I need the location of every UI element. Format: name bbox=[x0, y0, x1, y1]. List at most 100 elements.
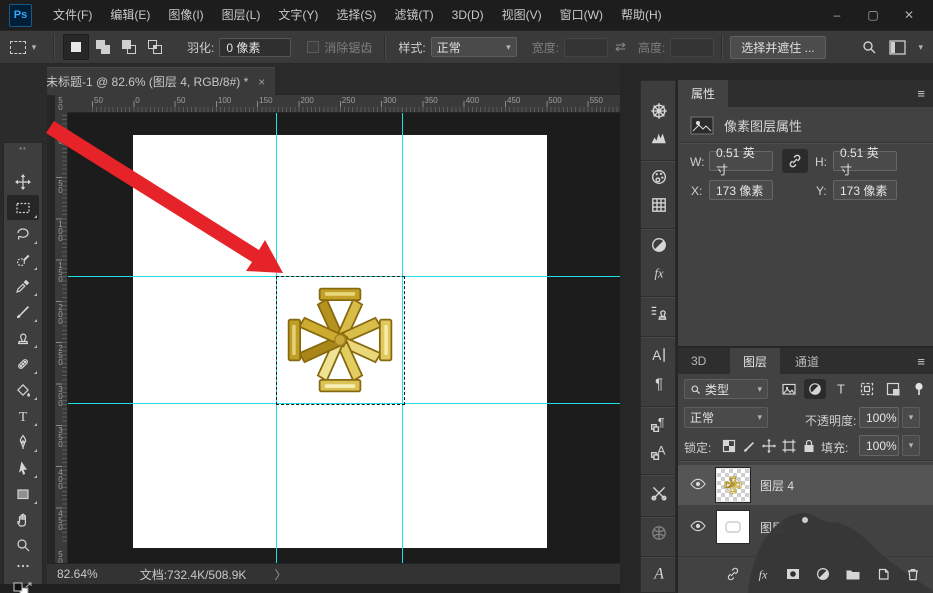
quick-selection-tool[interactable] bbox=[7, 247, 39, 272]
move-tool[interactable] bbox=[7, 169, 39, 194]
swap-dimensions-icon[interactable]: ⇄ bbox=[615, 39, 626, 55]
eye-icon[interactable] bbox=[690, 478, 708, 493]
menu-9[interactable]: 窗口(W) bbox=[551, 0, 612, 30]
panel-menu-icon[interactable]: ≡ bbox=[917, 86, 925, 101]
tab-图层[interactable]: 图层 bbox=[730, 348, 780, 374]
link-dimensions-icon[interactable] bbox=[782, 149, 808, 173]
edit-toolbar-tool[interactable] bbox=[7, 553, 39, 578]
rectangle-shape-tool[interactable] bbox=[7, 481, 39, 506]
brush-tool[interactable] bbox=[7, 299, 39, 324]
height-input[interactable] bbox=[670, 38, 714, 57]
lock-move-button[interactable] bbox=[760, 437, 778, 455]
paragraph-panel-icon[interactable]: ¶ bbox=[649, 373, 669, 393]
lock-paint-button[interactable] bbox=[740, 437, 758, 455]
search-icon[interactable] bbox=[856, 39, 882, 55]
blend-mode-dropdown[interactable]: 正常 ▾ bbox=[684, 407, 768, 428]
workspace-switcher-icon[interactable] bbox=[882, 40, 912, 55]
navigator-panel-icon[interactable] bbox=[649, 101, 669, 121]
lock-all-button[interactable] bbox=[800, 437, 818, 455]
style-dropdown[interactable]: 正常 ▾ bbox=[431, 37, 517, 57]
height-value-input[interactable]: 0.51 英寸 bbox=[833, 151, 897, 171]
libraries-panel-icon[interactable] bbox=[649, 523, 669, 543]
menu-1[interactable]: 编辑(E) bbox=[101, 0, 159, 30]
layer-name[interactable]: 图层 4 bbox=[760, 477, 794, 494]
layer-thumbnail[interactable] bbox=[716, 510, 750, 544]
tab-properties[interactable]: 属性 bbox=[678, 80, 728, 107]
lock-artboard-button[interactable] bbox=[780, 437, 798, 455]
width-value-input[interactable]: 0.51 英寸 bbox=[709, 151, 773, 171]
filter-toggle-icon[interactable] bbox=[910, 379, 928, 399]
tool-preset-picker[interactable]: ▾ bbox=[0, 41, 46, 54]
new-group-button[interactable] bbox=[842, 564, 864, 584]
filter-adjustment-button[interactable] bbox=[804, 379, 826, 399]
document-tab[interactable]: 未标题-1 @ 82.6% (图层 4, RGB/8#) * × bbox=[36, 67, 275, 95]
canvas-area[interactable] bbox=[68, 113, 620, 563]
character-panel-icon[interactable]: A bbox=[649, 345, 669, 365]
opacity-scrubber[interactable]: ▾ bbox=[902, 407, 920, 428]
intersect-selection-button[interactable] bbox=[143, 35, 167, 59]
character-styles-panel-icon[interactable]: A bbox=[649, 441, 669, 461]
adjustments-panel-icon[interactable] bbox=[649, 235, 669, 255]
new-adjustment-button[interactable] bbox=[812, 564, 834, 584]
layer-row[interactable]: 图层 bbox=[678, 507, 933, 547]
filter-smart-object-button[interactable] bbox=[882, 379, 904, 399]
close-button[interactable]: ✕ bbox=[891, 0, 927, 30]
vertical-ruler[interactable]: 50050100150200250300350400450500 bbox=[55, 113, 68, 563]
add-mask-button[interactable] bbox=[782, 564, 804, 584]
filter-type-dropdown[interactable]: 类型 ▾ bbox=[684, 379, 768, 399]
swatches-panel-icon[interactable] bbox=[649, 195, 669, 215]
layer-name[interactable]: 图层 bbox=[760, 519, 784, 536]
default-colors-icon[interactable] bbox=[12, 581, 36, 593]
fill-input[interactable]: 100% bbox=[859, 435, 899, 456]
tab-通道[interactable]: 通道 bbox=[782, 348, 832, 374]
type-tool[interactable]: T bbox=[7, 403, 39, 428]
menu-10[interactable]: 帮助(H) bbox=[612, 0, 671, 30]
menu-2[interactable]: 图像(I) bbox=[159, 0, 212, 30]
x-value-input[interactable]: 173 像素 bbox=[709, 180, 773, 200]
layer-row[interactable]: 图层 4 bbox=[678, 465, 933, 505]
menu-6[interactable]: 滤镜(T) bbox=[385, 0, 442, 30]
delete-layer-button[interactable] bbox=[902, 564, 924, 584]
width-input[interactable] bbox=[564, 38, 608, 57]
selection-marquee[interactable] bbox=[276, 276, 405, 405]
filter-type-button[interactable]: T bbox=[830, 379, 852, 399]
menu-5[interactable]: 选择(S) bbox=[327, 0, 385, 30]
maximize-button[interactable]: ▢ bbox=[855, 0, 891, 30]
new-selection-button[interactable] bbox=[63, 34, 89, 60]
feather-input[interactable]: 0 像素 bbox=[219, 38, 291, 57]
panel-menu-icon[interactable]: ≡ bbox=[917, 354, 925, 369]
pen-tool[interactable] bbox=[7, 429, 39, 454]
status-chevron-icon[interactable]: 〉 bbox=[274, 566, 286, 583]
clone-stamp-tool[interactable] bbox=[7, 325, 39, 350]
subtract-from-selection-button[interactable] bbox=[117, 35, 141, 59]
lock-transparent-button[interactable] bbox=[720, 437, 738, 455]
filter-shape-button[interactable] bbox=[856, 379, 878, 399]
add-to-selection-button[interactable] bbox=[91, 35, 115, 59]
paragraph-styles-panel-icon[interactable]: ¶ bbox=[649, 413, 669, 433]
fill-scrubber[interactable]: ▾ bbox=[902, 435, 920, 456]
link-layers-button[interactable] bbox=[722, 564, 744, 584]
menu-8[interactable]: 视图(V) bbox=[493, 0, 551, 30]
clone-source-panel-icon[interactable] bbox=[649, 303, 669, 323]
rectangular-marquee-tool[interactable] bbox=[7, 195, 39, 220]
path-selection-tool[interactable] bbox=[7, 455, 39, 480]
horizontal-ruler[interactable]: 50050100150200250300350400450500550 bbox=[68, 95, 620, 113]
menu-0[interactable]: 文件(F) bbox=[44, 0, 101, 30]
close-tab-icon[interactable]: × bbox=[258, 75, 265, 89]
filter-image-button[interactable] bbox=[778, 379, 800, 399]
minimize-button[interactable]: – bbox=[819, 0, 855, 30]
histogram-panel-icon[interactable] bbox=[649, 127, 669, 147]
tab-3D[interactable]: 3D bbox=[678, 348, 719, 374]
tool-presets-panel-icon[interactable] bbox=[649, 483, 669, 503]
glyphs-panel-icon[interactable]: A bbox=[649, 563, 669, 583]
opacity-input[interactable]: 100% bbox=[859, 407, 899, 428]
toolbar-grip[interactable]: •• bbox=[4, 143, 42, 155]
eyedropper-tool[interactable] bbox=[7, 273, 39, 298]
color-panel-icon[interactable] bbox=[649, 167, 669, 187]
y-value-input[interactable]: 173 像素 bbox=[833, 180, 897, 200]
menu-4[interactable]: 文字(Y) bbox=[269, 0, 327, 30]
paint-bucket-tool[interactable] bbox=[7, 377, 39, 402]
menu-7[interactable]: 3D(D) bbox=[443, 0, 493, 30]
chevron-down-icon[interactable]: ▾ bbox=[918, 42, 923, 53]
select-and-mask-button[interactable]: 选择并遮住 ... bbox=[730, 36, 825, 59]
